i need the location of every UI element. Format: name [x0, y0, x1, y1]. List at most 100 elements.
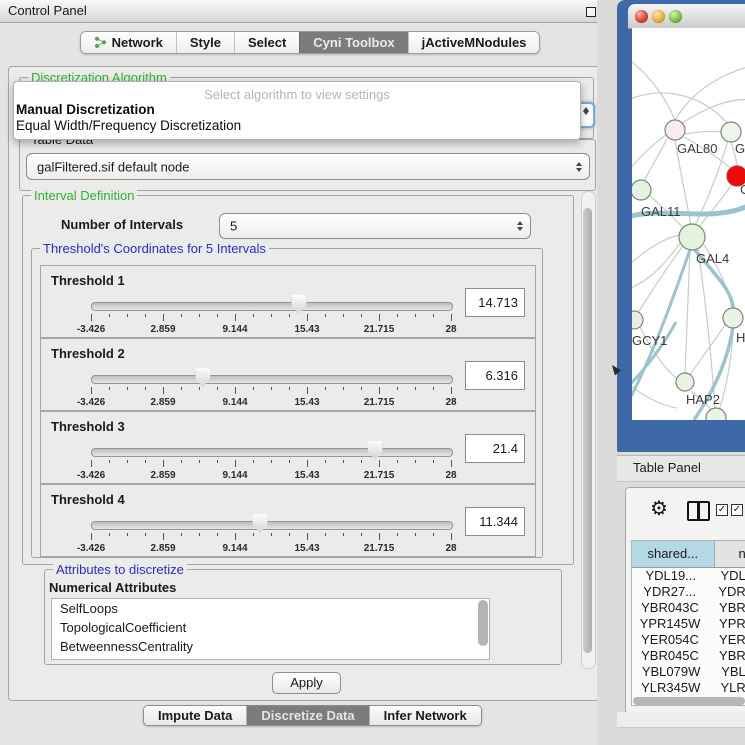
cyni-toolbox-panel: Discretization Algorithm Select algorith…: [8, 66, 599, 701]
threshold-value-field[interactable]: 14.713: [465, 288, 525, 317]
threshold-row: Threshold 2 -3.4262.8599.14415.4321.7152…: [40, 338, 536, 411]
column-header-shared-name[interactable]: shared...: [632, 541, 715, 567]
slider-track[interactable]: [91, 521, 453, 530]
close-traffic-light-icon[interactable]: [635, 10, 648, 23]
tick-label: 21.715: [364, 543, 395, 554]
threshold-value-field[interactable]: 6.316: [465, 361, 525, 390]
minimize-traffic-light-icon[interactable]: [652, 10, 665, 23]
cell-shared-name[interactable]: YDR27...: [632, 584, 708, 600]
threshold-value-field[interactable]: 11.344: [465, 507, 525, 536]
number-of-intervals-combobox[interactable]: 5: [219, 213, 531, 239]
slider-ticks: [91, 460, 451, 468]
algorithm-option-manual-discretization[interactable]: Manual Discretization: [14, 102, 580, 118]
network-node[interactable]: [706, 408, 726, 420]
column-header-name[interactable]: na: [715, 541, 745, 567]
table-data-combobox[interactable]: galFiltered.sif default node: [26, 153, 590, 180]
checkbox-icon[interactable]: ✓: [716, 504, 728, 516]
scrollbar-thumb[interactable]: [583, 208, 592, 653]
cell-name[interactable]: YLR3: [710, 680, 745, 696]
vertical-scrollbar[interactable]: [581, 191, 596, 669]
table-row[interactable]: YPR145WYPR1: [632, 616, 745, 632]
cell-name[interactable]: YDR2: [708, 584, 745, 600]
tick-label: -3.426: [77, 543, 105, 554]
table-row[interactable]: YDR27...YDR2: [632, 584, 745, 600]
tick-label: 28: [445, 397, 456, 408]
threshold-label: Threshold 3: [51, 419, 125, 434]
slider: -3.4262.8599.14415.4321.71528: [91, 513, 451, 555]
column-layout-icon[interactable]: [687, 501, 710, 521]
cell-name[interactable]: YBR0: [709, 600, 745, 616]
cell-shared-name[interactable]: YPR145W: [632, 616, 709, 632]
combo-arrows-icon: [576, 162, 582, 172]
tab-select[interactable]: Select: [234, 32, 299, 53]
slider-handle[interactable]: [253, 514, 268, 533]
tab-network[interactable]: Network: [81, 32, 176, 53]
tick-label: 28: [445, 470, 456, 481]
float-window-icon[interactable]: [586, 7, 596, 17]
table-row[interactable]: YDL19...YDL1: [632, 568, 745, 584]
settings-gear-icon[interactable]: ⚙: [650, 496, 668, 521]
node-label-gal80: GAL80: [677, 141, 717, 156]
network-node[interactable]: [632, 311, 643, 329]
slider-handle[interactable]: [368, 441, 383, 460]
tab-impute-data[interactable]: Impute Data: [144, 706, 246, 725]
cell-shared-name[interactable]: YBR045C: [632, 648, 709, 664]
network-node[interactable]: [721, 122, 741, 142]
horizontal-scrollbar[interactable]: [633, 697, 745, 705]
network-node[interactable]: [632, 180, 651, 200]
apply-button[interactable]: Apply: [272, 672, 341, 694]
cell-name[interactable]: YBR0: [709, 648, 745, 664]
tab-style[interactable]: Style: [176, 32, 234, 53]
cell-shared-name[interactable]: YBL079W: [632, 664, 711, 680]
slider-handle[interactable]: [195, 368, 210, 387]
network-node[interactable]: [665, 120, 685, 140]
cell-shared-name[interactable]: YBR043C: [632, 600, 709, 616]
table-row[interactable]: YLR345WYLR3: [632, 680, 745, 696]
slider-handle[interactable]: [291, 295, 306, 314]
threshold-value-field[interactable]: 21.4: [465, 434, 525, 463]
tab-jactivemnodules[interactable]: jActiveMNodules: [408, 32, 540, 53]
network-window-titlebar[interactable]: [628, 4, 745, 29]
network-node[interactable]: [676, 373, 694, 391]
slider-track[interactable]: [91, 448, 453, 457]
table-row[interactable]: YER054CYER0: [632, 632, 745, 648]
list-scrollbar[interactable]: [478, 600, 488, 646]
numerical-attributes-list[interactable]: SelfLoopsTopologicalCoefficientBetweenne…: [51, 598, 490, 660]
attribute-item-topologicalcoefficient[interactable]: TopologicalCoefficient: [52, 618, 489, 637]
tick-label: 28: [445, 324, 456, 335]
zoom-traffic-light-icon[interactable]: [669, 10, 682, 23]
algorithm-option-equal-width-frequency-discretization[interactable]: Equal Width/Frequency Discretization: [14, 118, 580, 134]
attribute-item-selfloops[interactable]: SelfLoops: [52, 599, 489, 618]
checkbox-icon[interactable]: ✓: [731, 504, 743, 516]
cell-name[interactable]: YDL1: [710, 568, 745, 584]
table-row[interactable]: YBL079WYBL0: [632, 664, 745, 680]
cell-name[interactable]: YER0: [709, 632, 745, 648]
tick-label: 2.859: [150, 397, 175, 408]
cell-shared-name[interactable]: YLR345W: [632, 680, 710, 696]
tab-label: Select: [248, 35, 286, 50]
network-node[interactable]: [723, 308, 743, 328]
tab-label: Network: [112, 35, 163, 50]
slider-track[interactable]: [91, 375, 453, 384]
tab-cyni-toolbox[interactable]: Cyni Toolbox: [299, 32, 407, 53]
cell-shared-name[interactable]: YER054C: [632, 632, 709, 648]
tab-infer-network[interactable]: Infer Network: [369, 706, 481, 725]
thresholds-group: Threshold's Coordinates for 5 Intervals …: [31, 248, 543, 558]
attribute-item-betweennesscentrality[interactable]: BetweennessCentrality: [52, 637, 489, 656]
network-canvas[interactable]: GAL80GCGAL11GAL4GCY1HHAP2: [632, 28, 745, 420]
network-view-window[interactable]: GAL80GCGAL11GAL4GCY1HHAP2: [617, 0, 745, 452]
tab-discretize-data[interactable]: Discretize Data: [246, 706, 368, 725]
node-table: shared... na YDL19...YDL1YDR27...YDR2YBR…: [631, 540, 745, 706]
slider-track[interactable]: [91, 302, 453, 311]
table-row[interactable]: YBR045CYBR0: [632, 648, 745, 664]
cell-shared-name[interactable]: YDL19...: [632, 568, 710, 584]
slider-tick-labels: -3.4262.8599.14415.4321.71528: [91, 543, 451, 554]
cell-name[interactable]: YBL0: [711, 664, 745, 680]
slider-ticks: [91, 533, 451, 541]
network-node[interactable]: [679, 224, 705, 250]
node-label-hap2: HAP2: [686, 392, 720, 407]
tick-label: 2.859: [150, 470, 175, 481]
cell-name[interactable]: YPR1: [709, 616, 745, 632]
table-row[interactable]: YBR043CYBR0: [632, 600, 745, 616]
tick-label: 9.144: [222, 324, 247, 335]
